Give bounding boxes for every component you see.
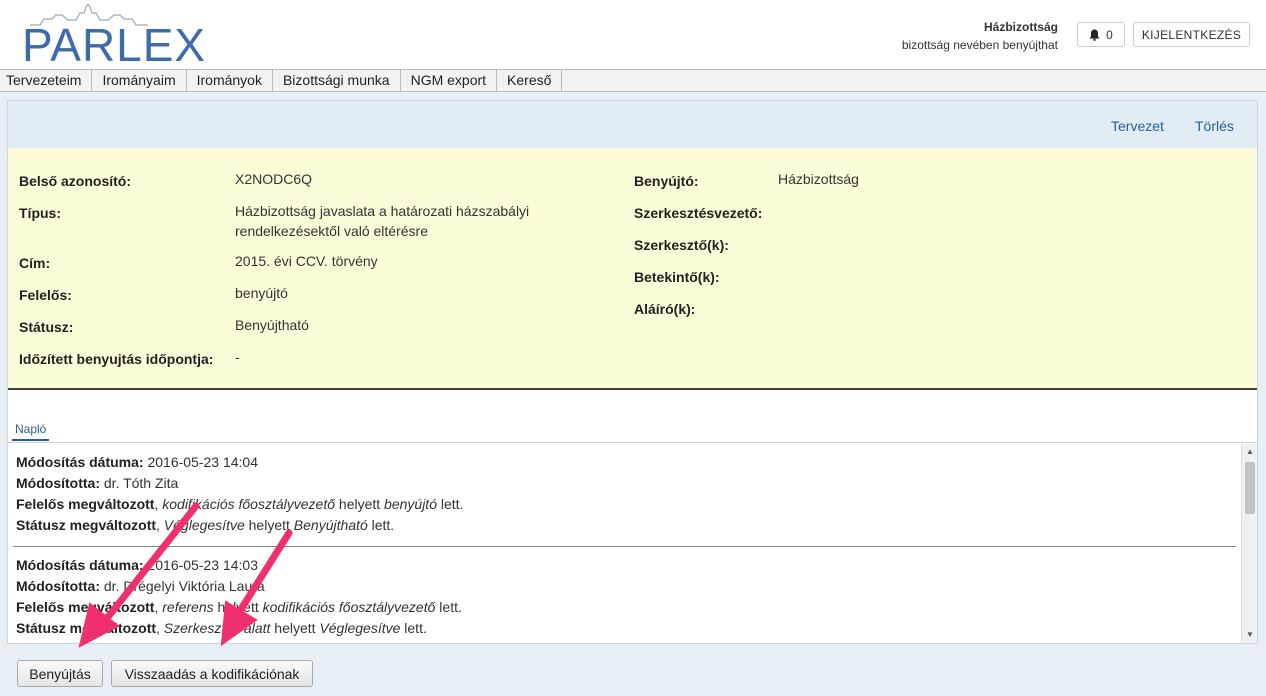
scroll-down-icon[interactable]: ▼ (1242, 627, 1258, 643)
label-scheduled-submission: Időzített benyujtás időpontja: (19, 351, 214, 367)
delete-link[interactable]: Törlés (1195, 118, 1234, 134)
value-title: 2015. évi CCV. törvény (235, 253, 378, 269)
log-resp-new: benyújtó (384, 496, 437, 512)
log-status-new: Véglegesítve (319, 620, 401, 636)
value-scheduled-submission: - (235, 349, 240, 365)
scroll-thumb[interactable] (1245, 462, 1255, 514)
log-resp-old: referens (162, 599, 214, 615)
log-date-label: Módosítás dátuma: (16, 454, 144, 470)
log-date-label: Módosítás dátuma: (16, 557, 144, 573)
label-editor-lead: Szerkesztésvezető: (634, 205, 763, 221)
log-instead: helyett (217, 599, 259, 615)
label-responsible: Felelős: (19, 287, 72, 303)
log-by-label: Módosította: (16, 578, 100, 594)
change-log: Módosítás dátuma: 2016-05-23 14:04 Módos… (8, 444, 1241, 643)
menu-item-tervezeteim[interactable]: Tervezeteim (0, 70, 93, 91)
log-became: lett. (439, 599, 462, 615)
log-entry: Módosítás dátuma: 2016-05-23 14:04 Módos… (16, 454, 464, 533)
value-internal-id: X2NODC6Q (235, 171, 313, 187)
logo-text: PARLEX (22, 19, 207, 71)
log-resp-label: Felelős megváltozott (16, 496, 155, 512)
log-scrollbar[interactable]: ▲ ▼ (1241, 444, 1257, 643)
label-internal-id: Belső azonosító: (19, 173, 132, 189)
value-type: Házbizottság javaslata a határozati házs… (235, 203, 530, 239)
label-title: Cím: (19, 255, 51, 271)
document-panel: Tervezet Törlés Belső azonosító: X2NODC6… (7, 100, 1258, 644)
menu-item-bizottsagi-munka[interactable]: Bizottsági munka (273, 70, 401, 91)
label-viewers: Betekintő(k): (634, 269, 720, 285)
menu-item-ngm-export[interactable]: NGM export (401, 70, 498, 91)
log-status-old: Szerkesztés alatt (163, 620, 271, 636)
log-by: dr. Tóth Zita (103, 475, 179, 491)
log-instead: helyett (274, 620, 316, 636)
log-resp-new: kodifikációs főosztályvezető (262, 599, 436, 615)
value-responsible: benyújtó (235, 285, 288, 301)
main-menu: Tervezeteim Irományaim Irományok Bizotts… (0, 69, 1266, 92)
user-info: Házbizottság bizottság nevében benyújtha… (902, 18, 1058, 54)
log-became: lett. (371, 517, 395, 533)
log-date: 2016-05-23 14:04 (147, 454, 259, 470)
return-to-codification-button[interactable]: Visszaadás a kodifikációnak (111, 660, 313, 687)
log-date: 2016-05-23 14:03 (147, 557, 259, 573)
log-by: dr. Drégelyi Viktória Laura (103, 578, 265, 594)
log-became: lett. (404, 620, 427, 636)
log-instead: helyett (248, 517, 290, 533)
menu-item-iromanyaim[interactable]: Irományaim (92, 70, 187, 91)
log-became: lett. (440, 496, 464, 512)
menu-item-iromanyok[interactable]: Irományok (187, 70, 273, 91)
user-subtitle: bizottság nevében benyújthat (901, 38, 1058, 52)
log-status-label: Státusz megváltozott (16, 620, 157, 636)
scroll-up-icon[interactable]: ▲ (1242, 444, 1258, 460)
log-status-label: Státusz megváltozott (16, 517, 157, 533)
header: PARLEX Házbizottság bizottság nevében be… (0, 0, 1266, 69)
logout-button[interactable]: KIJELENTKEZÉS (1133, 22, 1250, 47)
log-status-old: Véglegesítve (163, 517, 245, 533)
action-bar: Tervezet Törlés (8, 101, 1257, 148)
log-entry: Módosítás dátuma: 2016-05-23 14:03 Módos… (16, 557, 462, 636)
value-status: Benyújtható (235, 317, 309, 333)
label-submitter: Benyújtó: (634, 173, 699, 189)
notification-count: 0 (1106, 27, 1113, 42)
log-instead: helyett (338, 496, 381, 512)
label-status: Státusz: (19, 319, 74, 335)
menu-item-kereso[interactable]: Kereső (497, 70, 563, 91)
submit-button[interactable]: Benyújtás (17, 660, 103, 687)
label-type: Típus: (19, 205, 61, 221)
value-submitter: Házbizottság (778, 171, 859, 187)
log-by-label: Módosította: (16, 475, 100, 491)
tab-naplo[interactable]: Napló (12, 420, 50, 441)
notifications-button[interactable]: 0 (1077, 22, 1125, 47)
label-signers: Aláíró(k): (634, 301, 696, 317)
bell-icon (1089, 29, 1100, 41)
log-resp-old: kodifikációs főosztályvezető (162, 496, 336, 512)
user-name: Házbizottság (983, 20, 1058, 34)
details-section: Belső azonosító: X2NODC6Q Típus: Házbizo… (8, 148, 1257, 390)
log-status-new: Benyújtható (293, 517, 368, 533)
label-editors: Szerkesztő(k): (634, 237, 729, 253)
draft-link[interactable]: Tervezet (1111, 118, 1164, 134)
log-resp-label: Felelős megváltozott (16, 599, 155, 615)
parlex-logo[interactable]: PARLEX (22, 4, 205, 68)
tab-bar: Napló (8, 420, 1257, 443)
